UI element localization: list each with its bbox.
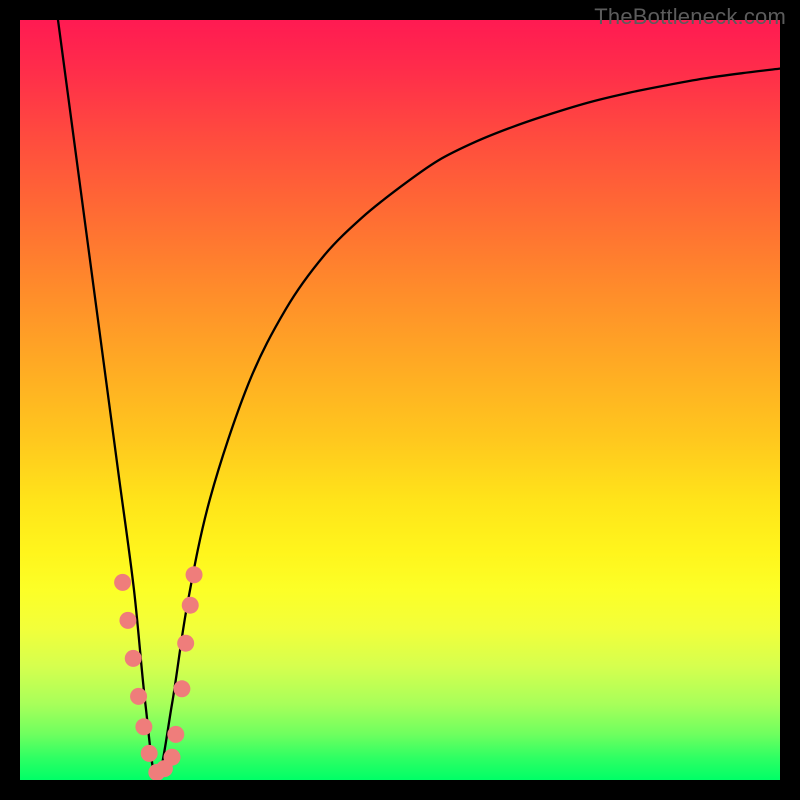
data-marker <box>182 597 199 614</box>
chart-frame: TheBottleneck.com <box>0 0 800 800</box>
data-marker <box>130 688 147 705</box>
data-marker <box>177 635 194 652</box>
data-markers <box>114 566 202 780</box>
data-marker <box>141 745 158 762</box>
data-marker <box>119 612 136 629</box>
watermark-text: TheBottleneck.com <box>594 4 786 30</box>
chart-svg <box>20 20 780 780</box>
data-marker <box>167 726 184 743</box>
data-marker <box>186 566 203 583</box>
data-marker <box>173 680 190 697</box>
data-marker <box>135 718 152 735</box>
plot-area <box>20 20 780 780</box>
data-marker <box>125 650 142 667</box>
data-marker <box>164 749 181 766</box>
data-marker <box>114 574 131 591</box>
bottleneck-curve <box>58 20 780 780</box>
